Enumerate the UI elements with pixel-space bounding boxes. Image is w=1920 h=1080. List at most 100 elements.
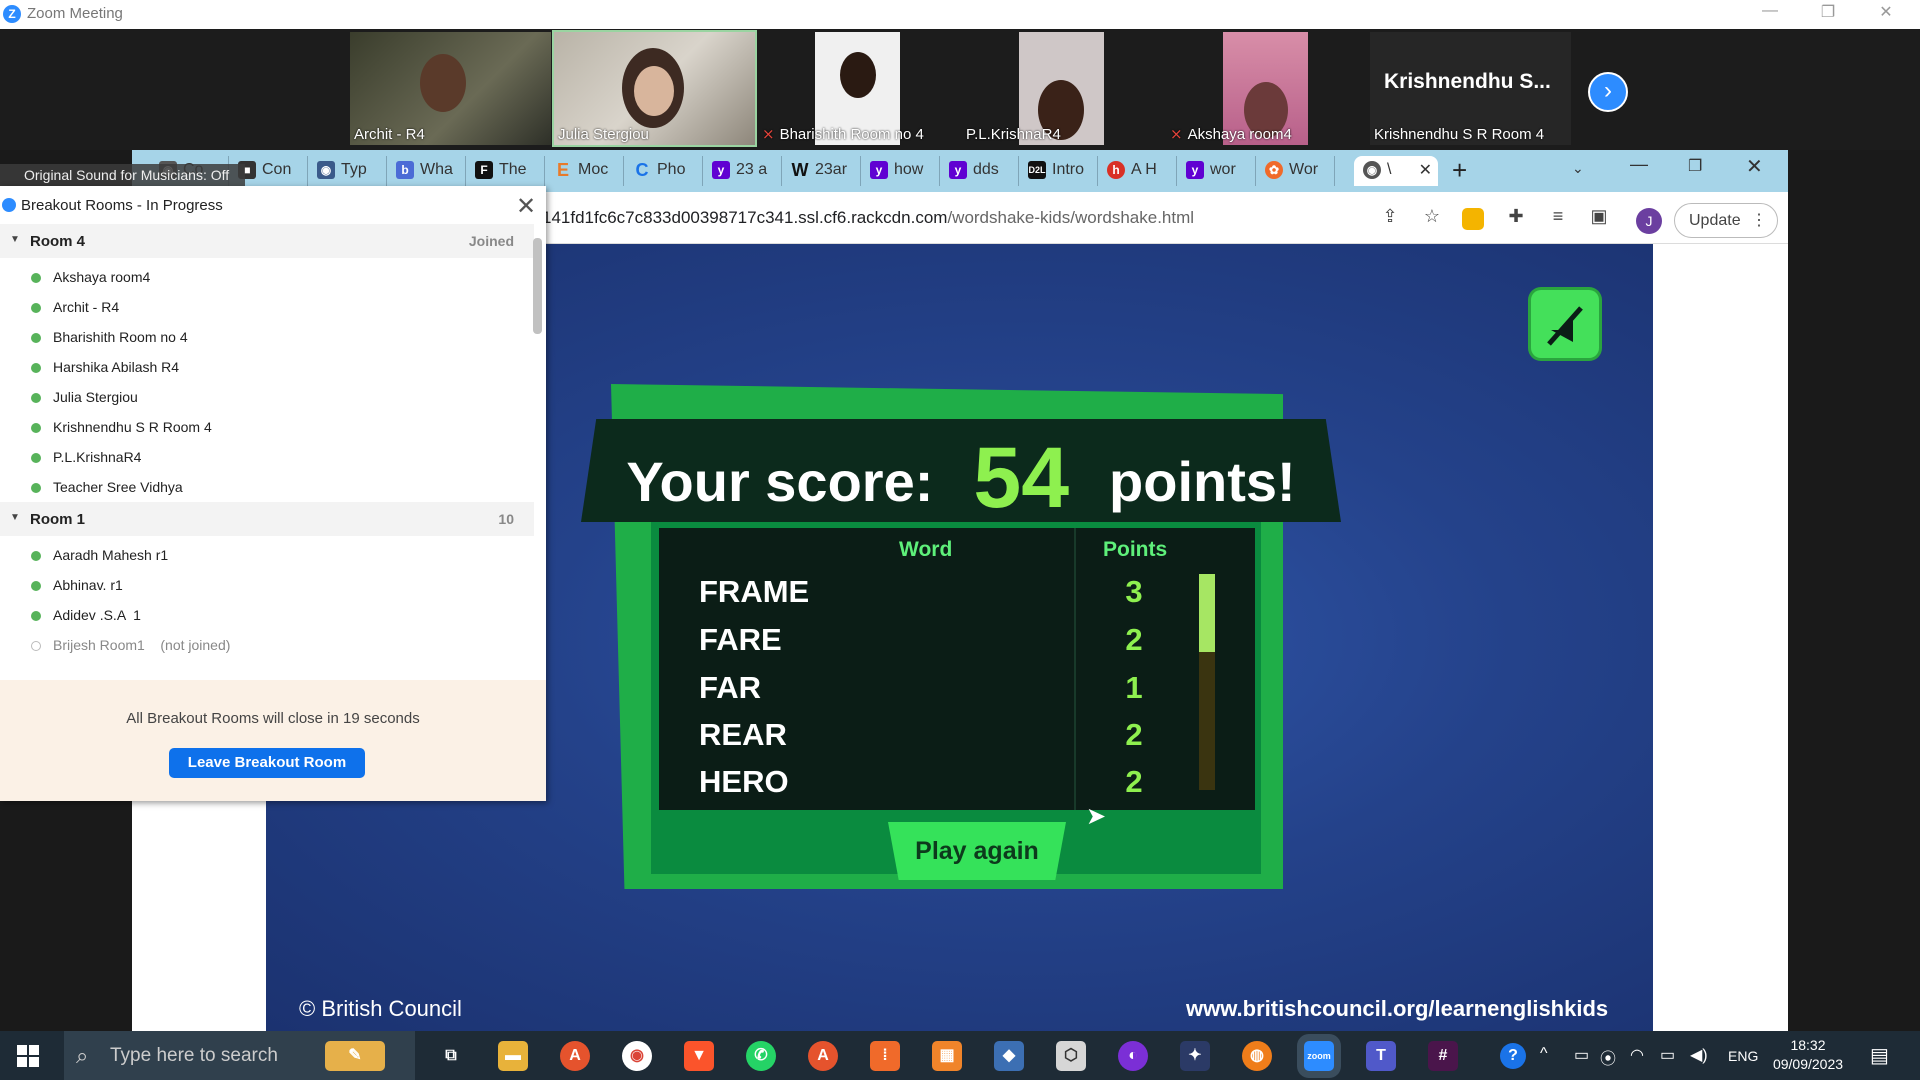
file-explorer-icon[interactable]: ▬ xyxy=(498,1041,528,1071)
restore-icon[interactable]: ❐ xyxy=(1808,2,1848,22)
list-item: Brijesh Room1 (not joined) xyxy=(0,631,534,661)
status-dot-icon xyxy=(31,303,41,313)
video-tile-archit[interactable]: Archit - R4 xyxy=(350,32,551,145)
puzzle-icon[interactable]: ✚ xyxy=(1503,206,1529,232)
help-icon[interactable]: ? xyxy=(1500,1043,1526,1069)
participant-name: Archit - R4 xyxy=(354,126,425,143)
word-list-scroll-thumb[interactable] xyxy=(1199,574,1215,652)
list-item: Adidev .S.A 1 xyxy=(0,601,534,631)
extension-icon[interactable] xyxy=(1462,208,1484,230)
profile-avatar[interactable]: J xyxy=(1636,208,1662,234)
yahoo-icon: y xyxy=(870,161,888,179)
app-icon[interactable]: A xyxy=(808,1041,838,1071)
room-header[interactable]: ▼ Room 1 10 xyxy=(0,502,534,536)
volume-icon[interactable]: ◀) xyxy=(1690,1045,1708,1065)
copyright-text: © British Council xyxy=(299,996,462,1021)
learnenglishkids-link[interactable]: www.britishcouncil.org/learnenglishkids xyxy=(1186,996,1608,1022)
browser-minimize-icon[interactable]: — xyxy=(1630,154,1648,175)
windows-start-icon[interactable] xyxy=(17,1045,39,1067)
notifications-icon[interactable]: ▤ xyxy=(1870,1043,1889,1068)
caret-down-icon: ▼ xyxy=(10,234,20,245)
podcast-icon[interactable]: ◐ xyxy=(1118,1041,1148,1071)
leave-breakout-room-button[interactable]: Leave Breakout Room xyxy=(169,748,365,778)
tab[interactable]: D2L Intro xyxy=(1019,156,1098,186)
side-panel-icon[interactable]: ▣ xyxy=(1586,206,1612,232)
word: FRAME xyxy=(699,574,810,609)
tab[interactable]: y 23 a xyxy=(703,156,782,186)
video-tile-julia[interactable]: Julia Stergiou xyxy=(552,30,757,147)
clock[interactable]: 18:32 09/09/2023 xyxy=(1770,1036,1846,1074)
brave-icon[interactable]: ▼ xyxy=(684,1041,714,1071)
video-tile-krishnendhu[interactable]: Krishnendhu S... Krishnendhu S R Room 4 xyxy=(1370,32,1571,145)
close-icon[interactable]: ✕ xyxy=(516,192,536,221)
close-icon[interactable]: ✕ xyxy=(1866,2,1906,22)
share-icon[interactable]: ⇪ xyxy=(1377,206,1403,232)
breakout-footer: All Breakout Rooms will close in 19 seco… xyxy=(0,680,546,801)
tab[interactable]: ◉ Typ xyxy=(308,156,387,186)
next-page-button[interactable]: › xyxy=(1588,72,1628,112)
participant-name: Krishnendhu S R Room 4 xyxy=(1374,126,1545,143)
h-icon: h xyxy=(1107,161,1125,179)
video-tile-akshaya[interactable]: ⨯ Akshaya room4 xyxy=(1166,32,1367,145)
new-tab-button[interactable]: + xyxy=(1452,155,1467,186)
battery-icon[interactable]: ▭ xyxy=(1660,1045,1675,1065)
score-banner: Your score: 54 points! xyxy=(581,419,1341,522)
app-icon[interactable]: ◆ xyxy=(994,1041,1024,1071)
app-icon[interactable]: ⁞ xyxy=(870,1041,900,1071)
slack-icon[interactable]: # xyxy=(1428,1041,1458,1071)
zoom-logo-icon: Z xyxy=(3,5,21,23)
task-view-icon[interactable]: ⧉ xyxy=(436,1041,466,1071)
tab[interactable]: F The xyxy=(466,156,545,186)
room-header[interactable]: ▼ Room 4 Joined xyxy=(0,224,534,258)
tab[interactable]: y dds xyxy=(940,156,1019,186)
whatsapp-icon[interactable]: ✆ xyxy=(746,1041,776,1071)
status-dot-empty-icon xyxy=(31,641,41,651)
3d-box-icon[interactable]: ⬡ xyxy=(1056,1041,1086,1071)
browser-restore-icon[interactable]: ❐ xyxy=(1688,156,1702,176)
original-sound-indicator[interactable]: Original Sound for Musicians: Off xyxy=(0,164,245,186)
participant-name: Julia Stergiou xyxy=(558,126,649,143)
update-button[interactable]: Update ⋮ xyxy=(1674,203,1778,238)
status-dot-icon xyxy=(31,551,41,561)
mute-button[interactable] xyxy=(1531,290,1599,358)
video-tile-bharishith[interactable]: ⨯ Bharishith Room no 4 xyxy=(758,32,959,145)
teams-icon[interactable]: T xyxy=(1366,1041,1396,1071)
tab[interactable]: b Wha xyxy=(387,156,466,186)
list-item: Harshika Abilash R4 xyxy=(0,353,534,383)
status-dot-icon xyxy=(31,363,41,373)
points: 1 xyxy=(1125,670,1143,705)
score-suffix: points! xyxy=(1109,450,1296,513)
tab[interactable]: y wor xyxy=(1177,156,1256,186)
tab-search-button[interactable]: ⌄ xyxy=(1572,160,1584,177)
play-again-button[interactable]: Play again xyxy=(888,822,1066,880)
wifi-icon[interactable]: ◠ xyxy=(1630,1045,1644,1065)
chevron-up-icon[interactable]: ^ xyxy=(1540,1045,1548,1063)
participant-name: Bharishith Room no 4 xyxy=(779,126,924,143)
tab[interactable]: hA H xyxy=(1098,156,1177,186)
calendar-icon[interactable]: ▦ xyxy=(932,1041,962,1071)
chrome-icon[interactable]: ◉ xyxy=(622,1041,652,1071)
tab[interactable]: y how xyxy=(861,156,940,186)
minimize-icon[interactable]: — xyxy=(1750,2,1790,20)
close-tab-icon[interactable]: ✕ xyxy=(1419,160,1432,180)
room-list-scrollbar[interactable] xyxy=(533,238,542,334)
blender-icon[interactable]: ◍ xyxy=(1242,1041,1272,1071)
camera-icon[interactable]: ▭ xyxy=(1574,1045,1589,1065)
tab[interactable]: E Moc xyxy=(545,156,624,186)
tab[interactable]: W 23ar xyxy=(782,156,861,186)
word: FAR xyxy=(699,670,761,705)
tab[interactable]: C Pho xyxy=(624,156,703,186)
video-tile-krishna[interactable]: P.L.KrishnaR4 xyxy=(962,32,1163,145)
tab-active[interactable]: ◉ \ ✕ xyxy=(1354,156,1438,186)
resolve-icon[interactable]: ✦ xyxy=(1180,1041,1210,1071)
language-indicator[interactable]: ENG xyxy=(1728,1048,1758,1064)
browser-close-icon[interactable]: ✕ xyxy=(1746,154,1763,179)
star-icon[interactable]: ☆ xyxy=(1419,206,1445,232)
mic-muted-icon: ⨯ xyxy=(1170,126,1183,143)
tab[interactable]: ✿ Wor xyxy=(1256,156,1335,186)
zoom-taskbar-icon[interactable]: zoom xyxy=(1304,1041,1334,1071)
media-icon[interactable]: ≡ xyxy=(1545,206,1571,232)
microphone-icon[interactable]: ⦿ xyxy=(1600,1045,1616,1069)
app-icon[interactable]: A xyxy=(560,1041,590,1071)
status-dot-icon xyxy=(31,453,41,463)
